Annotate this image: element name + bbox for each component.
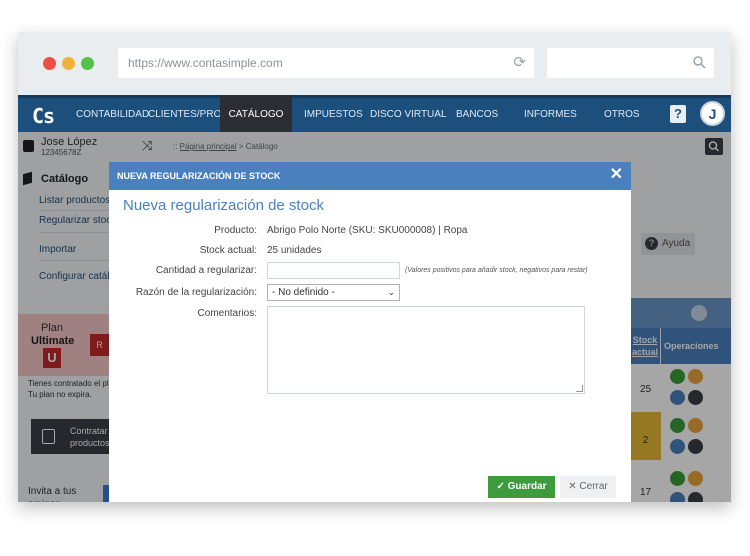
address-text: https://www.contasimple.com xyxy=(128,56,283,70)
save-button-label: Guardar xyxy=(507,481,547,492)
nav-clientes[interactable]: CLIENTES/PROV. xyxy=(148,95,230,132)
browser-chrome: https://www.contasimple.com ⟳ xyxy=(18,32,731,95)
close-icon[interactable]: ✕ xyxy=(610,167,623,183)
check-icon: ✓ xyxy=(496,481,508,492)
address-bar[interactable]: https://www.contasimple.com ⟳ xyxy=(118,48,534,78)
app-logo[interactable]: Cs xyxy=(32,104,55,128)
nav-disco-virtual[interactable]: DISCO VIRTUAL xyxy=(370,95,447,132)
help-icon[interactable]: ? xyxy=(670,105,686,123)
cancel-button-label: Cerrar xyxy=(579,481,608,492)
reason-select[interactable]: - No definido - ⌄ xyxy=(267,284,400,301)
main-navbar: Cs CONTABILIDAD CLIENTES/PROV. CATÁLOGO … xyxy=(18,95,731,132)
quantity-hint: (Valores positivos para añadir stock, ne… xyxy=(405,267,588,274)
modal-header-title: NUEVA REGULARIZACIÓN DE STOCK xyxy=(117,171,281,181)
modal-header: NUEVA REGULARIZACIÓN DE STOCK ✕ xyxy=(109,162,631,190)
reload-icon[interactable]: ⟳ xyxy=(513,48,526,78)
browser-search-box[interactable] xyxy=(547,48,714,78)
browser-window: https://www.contasimple.com ⟳ Cs CONTABI… xyxy=(18,32,731,502)
modal-title: Nueva regularización de stock xyxy=(123,197,324,214)
close-window-dot[interactable] xyxy=(43,57,56,70)
cancel-button[interactable]: ✕ Cerrar xyxy=(560,476,616,498)
stock-label: Stock actual: xyxy=(199,245,257,256)
quantity-input[interactable] xyxy=(267,262,400,279)
product-label: Producto: xyxy=(214,225,257,236)
regularization-modal: NUEVA REGULARIZACIÓN DE STOCK ✕ Nueva re… xyxy=(109,162,631,502)
nav-catalogo[interactable]: CATÁLOGO xyxy=(220,95,292,132)
close-icon: ✕ xyxy=(568,481,580,492)
quantity-label: Cantidad a regularizar: xyxy=(155,265,257,276)
reason-label: Razón de la regularización: xyxy=(135,287,257,298)
nav-bancos[interactable]: BANCOS xyxy=(456,95,498,132)
comments-textarea[interactable] xyxy=(267,306,585,394)
resize-handle-icon[interactable] xyxy=(576,385,583,392)
nav-impuestos[interactable]: IMPUESTOS xyxy=(304,95,363,132)
search-icon xyxy=(693,56,706,69)
chevron-down-icon: ⌄ xyxy=(387,287,395,297)
comments-label: Comentarios: xyxy=(197,308,257,319)
save-button[interactable]: ✓ Guardar xyxy=(488,476,555,498)
nav-contabilidad[interactable]: CONTABILIDAD xyxy=(76,95,149,132)
stock-value: 25 unidades xyxy=(267,245,322,256)
minimize-window-dot[interactable] xyxy=(62,57,75,70)
nav-informes[interactable]: INFORMES xyxy=(524,95,577,132)
product-value: Abrigo Polo Norte (SKU: SKU000008) | Rop… xyxy=(267,225,468,236)
maximize-window-dot[interactable] xyxy=(81,57,94,70)
avatar[interactable]: J xyxy=(700,101,725,126)
nav-otros[interactable]: OTROS xyxy=(604,95,640,132)
reason-selected-value: - No definido - xyxy=(272,287,335,298)
